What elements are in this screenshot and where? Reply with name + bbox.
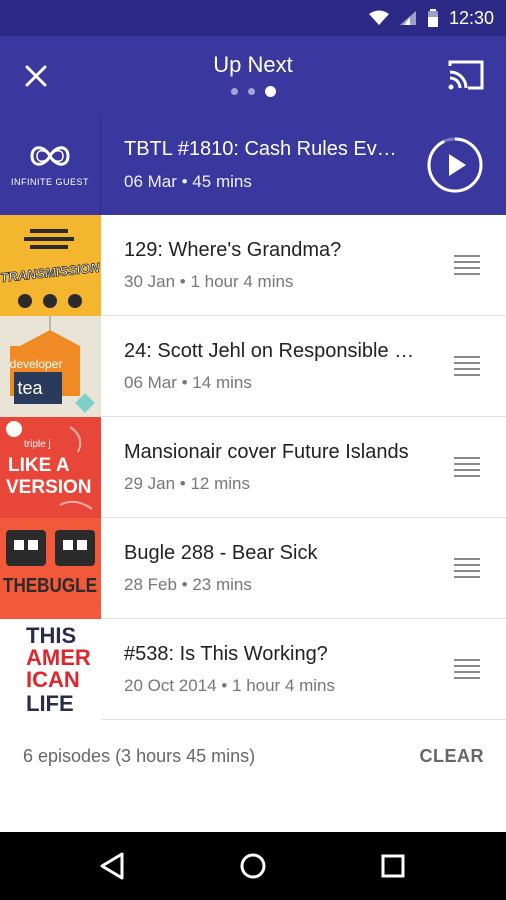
list-item[interactable]: developer tea 24: Scott Jehl on Responsi…	[0, 316, 506, 417]
drag-handle[interactable]	[454, 356, 480, 378]
page-title: Up Next	[213, 52, 293, 77]
app-bar: Up Next	[0, 36, 506, 114]
cell-signal-icon	[399, 11, 416, 25]
play-button[interactable]	[426, 136, 484, 194]
recents-icon[interactable]	[377, 850, 409, 882]
page-dot	[230, 88, 238, 95]
list-item[interactable]: triple j LIKE A VERSION Mansionair cover…	[0, 417, 506, 518]
cast-icon	[448, 60, 484, 90]
clock: 12:30	[448, 7, 494, 28]
queue-summary: 6 episodes (3 hours 45 mins)	[23, 746, 256, 766]
artwork-text: ICAN	[26, 667, 80, 692]
wifi-icon	[368, 10, 389, 25]
episode-artwork: triple j LIKE A VERSION	[0, 417, 101, 518]
artwork-text: developer	[10, 357, 63, 371]
page-dot	[247, 88, 255, 95]
episode-meta: 20 Oct 2014 • 1 hour 4 mins	[124, 676, 336, 695]
episode-title: #538: Is This Working?	[124, 643, 328, 665]
episode-meta: 30 Jan • 1 hour 4 mins	[124, 272, 294, 291]
list-item[interactable]: THEBUGLE Bugle 288 - Bear Sick 28 Feb • …	[0, 518, 506, 619]
podcast-artwork: INFINITE GUEST	[0, 114, 101, 215]
status-bar: 12:30	[0, 0, 506, 36]
episode-title: 129: Where's Grandma?	[124, 239, 342, 261]
now-playing-title: TBTL #1810: Cash Rules Everything Around…	[124, 138, 404, 160]
episode-artwork: THEBUGLE	[0, 518, 101, 619]
drag-handle[interactable]	[454, 659, 480, 681]
artwork-text: LIFE	[26, 691, 74, 716]
episode-meta: 06 Mar • 14 mins	[124, 373, 252, 392]
now-playing-meta: 06 Mar • 45 mins	[124, 172, 252, 191]
episode-title: 24: Scott Jehl on Responsible Responsive…	[124, 340, 422, 362]
play-icon	[449, 154, 466, 176]
navigation-bar	[0, 832, 506, 900]
artwork-text: triple j	[24, 439, 51, 450]
artwork-text: LIKE A	[8, 455, 70, 476]
episode-title: Mansionair cover Future Islands	[124, 441, 409, 463]
artwork-text: tea	[17, 378, 43, 398]
episode-meta: 29 Jan • 12 mins	[124, 474, 250, 493]
drag-handle[interactable]	[454, 255, 480, 277]
artwork-text: VERSION	[6, 477, 92, 498]
episode-artwork: THIS AMER ICAN LIFE	[0, 619, 101, 720]
home-icon[interactable]	[237, 850, 269, 882]
infinite-guest-logo-icon	[30, 145, 70, 166]
episode-title: Bugle 288 - Bear Sick	[124, 542, 318, 564]
list-item[interactable]: THIS AMER ICAN LIFE #538: Is This Workin…	[0, 619, 506, 720]
episode-artwork: developer tea	[0, 316, 101, 417]
artwork-label: INFINITE GUEST	[10, 176, 89, 187]
episode-queue: TRANSMISSION 129: Where's Grandma? 30 Ja…	[0, 215, 506, 720]
page-dot-active	[264, 86, 276, 97]
drag-handle[interactable]	[454, 457, 480, 479]
back-icon[interactable]	[96, 850, 128, 882]
clear-button[interactable]: CLEAR	[420, 746, 485, 767]
page-indicator	[0, 86, 506, 97]
battery-icon	[427, 9, 438, 27]
drag-handle[interactable]	[454, 558, 480, 580]
cast-button[interactable]	[446, 58, 486, 92]
artwork-text: THEBUGLE	[3, 575, 97, 597]
now-playing[interactable]: INFINITE GUEST TBTL #1810: Cash Rules Ev…	[0, 114, 506, 215]
episode-meta: 28 Feb • 23 mins	[124, 575, 252, 594]
episode-artwork: TRANSMISSION	[0, 215, 101, 316]
list-item[interactable]: TRANSMISSION 129: Where's Grandma? 30 Ja…	[0, 215, 506, 316]
